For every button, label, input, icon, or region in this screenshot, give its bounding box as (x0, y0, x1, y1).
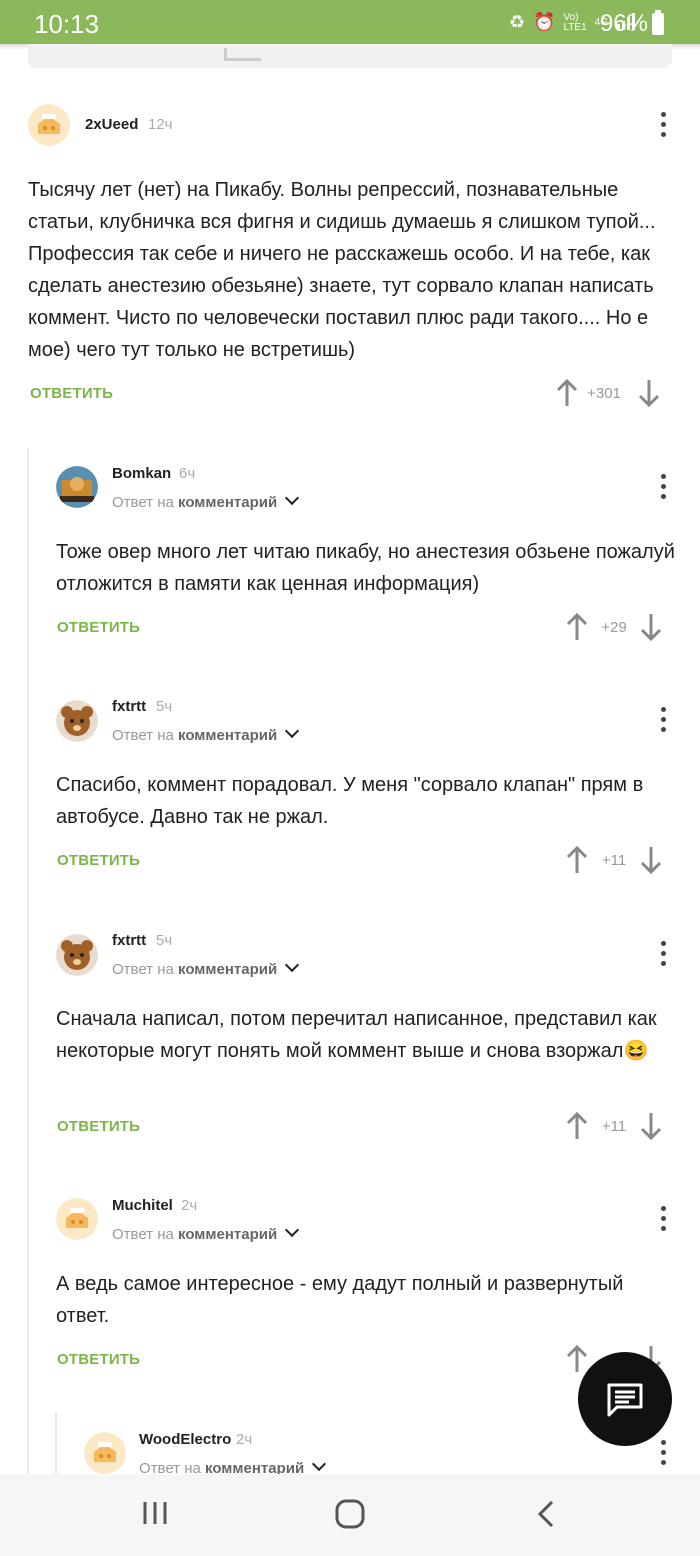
comment-text: Тоже овер много лет читаю пикабу, но ане… (56, 541, 675, 595)
comment-time: 6ч (179, 465, 196, 482)
battery-icon (652, 10, 664, 35)
comment-author[interactable]: fxtrtt (112, 932, 146, 949)
reply-button[interactable]: ОТВЕТИТЬ (57, 1351, 140, 1368)
recycle-icon: ♻ (508, 12, 526, 32)
comment-time: 5ч (156, 698, 173, 715)
alarm-icon: ⏰ (533, 12, 556, 32)
comment-text: А ведь самое интересное - ему дадут полн… (56, 1273, 624, 1327)
comment-bubble-icon (224, 48, 261, 61)
comment-author[interactable]: WoodElectro (139, 1431, 231, 1448)
vote-controls: +11 (564, 1111, 664, 1141)
status-time: 10:13 (34, 9, 100, 39)
avatar[interactable] (56, 466, 98, 508)
comment-score: +11 (601, 851, 627, 869)
previous-post-card (28, 44, 672, 68)
write-comment-button[interactable] (578, 1352, 672, 1446)
comment-time: 5ч (156, 932, 173, 949)
reply-to-link[interactable]: Ответ на комментарий (112, 723, 300, 744)
volte-indicator: Vo) LTE1 (563, 11, 587, 33)
comment-author[interactable]: Muchitel (112, 1197, 173, 1214)
comment-score: +29 (601, 618, 627, 636)
comment-author[interactable]: fxtrtt (112, 698, 146, 715)
vote-controls: +29 (564, 612, 664, 642)
more-options-icon[interactable] (661, 474, 667, 502)
upvote-icon[interactable] (554, 378, 580, 408)
upvote-icon[interactable] (564, 1111, 590, 1141)
downvote-icon[interactable] (638, 845, 664, 875)
chat-compose-icon (607, 1383, 643, 1417)
status-bar: 10:13 ♻ ⏰ Vo) LTE1 4G 96% (0, 0, 700, 44)
vote-controls: +11 (564, 845, 664, 875)
avatar[interactable] (56, 1198, 98, 1240)
comment-text: Тысячу лет (нет) на Пикабу. Волны репрес… (28, 179, 656, 361)
thread-line (55, 1412, 57, 1474)
downvote-icon[interactable] (638, 612, 664, 642)
reply-button[interactable]: ОТВЕТИТЬ (30, 385, 113, 402)
avatar[interactable] (56, 934, 98, 976)
comment-author[interactable]: Bomkan (112, 465, 171, 482)
recents-icon[interactable] (140, 1498, 170, 1533)
chevron-down-icon (285, 490, 300, 506)
comment-text: Сначала написал, потом перечитал написан… (56, 1008, 657, 1062)
upvote-icon[interactable] (564, 845, 590, 875)
more-options-icon[interactable] (661, 1440, 667, 1468)
system-navigation-bar (0, 1474, 700, 1556)
home-icon[interactable] (334, 1498, 366, 1535)
downvote-icon[interactable] (636, 378, 662, 408)
reply-to-link[interactable]: Ответ на комментарий (112, 957, 300, 978)
avatar[interactable] (56, 700, 98, 742)
chevron-down-icon (285, 1222, 300, 1238)
vote-controls: +301 (554, 378, 662, 408)
comment-time: 2ч (181, 1197, 198, 1214)
chevron-down-icon (285, 723, 300, 739)
more-options-icon[interactable] (661, 941, 667, 969)
more-options-icon[interactable] (661, 707, 667, 735)
chevron-down-icon (312, 1456, 327, 1472)
more-options-icon[interactable] (661, 1206, 667, 1234)
back-icon[interactable] (534, 1498, 560, 1535)
comment-score: +301 (587, 384, 621, 402)
comment-author[interactable]: 2xUeed (85, 116, 138, 133)
reply-to-link[interactable]: Ответ на комментарий (112, 490, 300, 511)
upvote-icon[interactable] (564, 1344, 590, 1374)
comment-time: 12ч (148, 116, 173, 133)
thread-line (27, 448, 29, 1474)
battery-percent: 96% (599, 10, 648, 37)
upvote-icon[interactable] (564, 612, 590, 642)
more-options-icon[interactable] (661, 112, 667, 140)
reply-button[interactable]: ОТВЕТИТЬ (57, 852, 140, 869)
avatar[interactable] (28, 104, 70, 146)
chevron-down-icon (285, 957, 300, 973)
reply-button[interactable]: ОТВЕТИТЬ (57, 619, 140, 636)
comment-text: Спасибо, коммент порадовал. У меня "сорв… (56, 774, 644, 828)
downvote-icon[interactable] (638, 1111, 664, 1141)
avatar[interactable] (84, 1432, 126, 1474)
reply-to-link[interactable]: Ответ на комментарий (112, 1222, 300, 1243)
comment-time: 2ч (236, 1431, 253, 1448)
reply-button[interactable]: ОТВЕТИТЬ (57, 1118, 140, 1135)
comment-score: +11 (601, 1117, 627, 1135)
